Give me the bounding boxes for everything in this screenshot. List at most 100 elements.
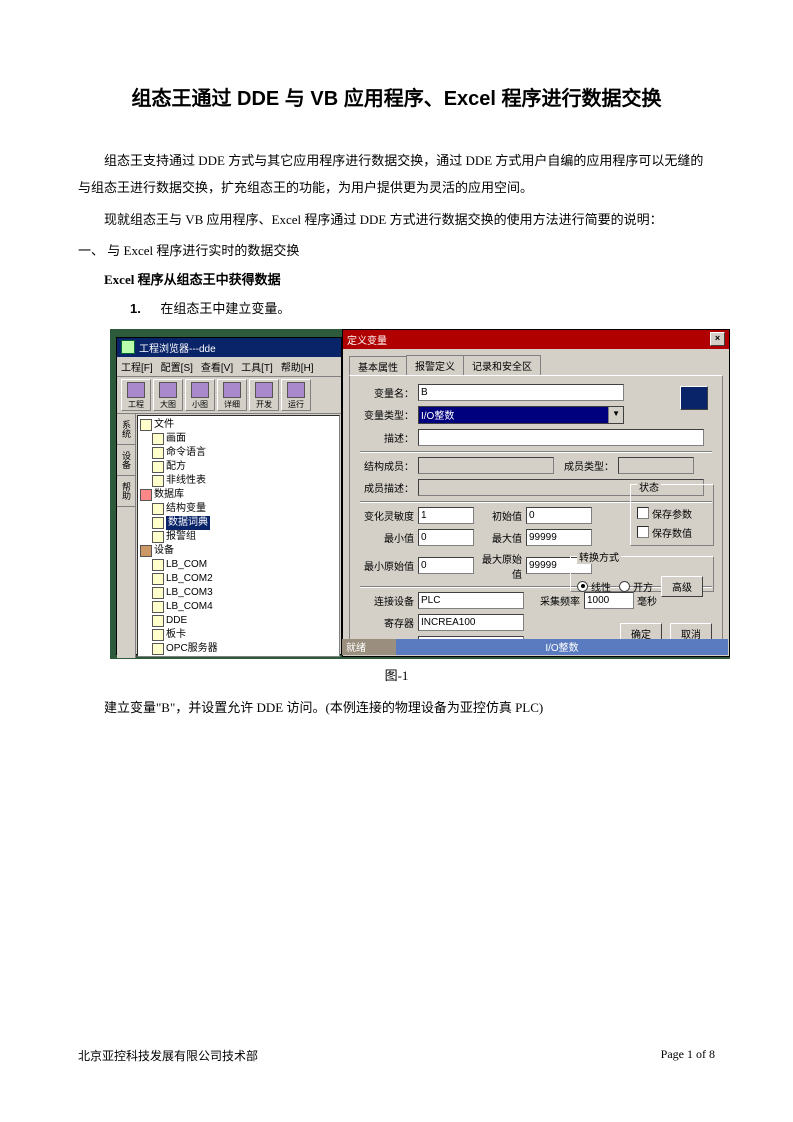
- project-browser-titlebar: 工程浏览器---dde: [117, 338, 341, 357]
- tab-record[interactable]: 记录和安全区: [463, 355, 541, 375]
- group-state-title: 状态: [637, 483, 661, 494]
- label-init: 初始值: [474, 508, 522, 523]
- page-title: 组态王通过 DDE 与 VB 应用程序、Excel 程序进行数据交换: [78, 82, 715, 111]
- figure-1: 工程浏览器---dde 工程[F] 配置[S] 查看[V] 工具[T] 帮助[H…: [110, 329, 715, 659]
- combo-reg[interactable]: INCREA100: [418, 614, 524, 631]
- tree-node-com1[interactable]: LB_COM: [152, 558, 337, 572]
- menu-tools[interactable]: 工具[T]: [241, 359, 273, 374]
- subheading-1: Excel 程序从组态王中获得数据: [104, 266, 715, 293]
- tb-dev-button[interactable]: 开发: [249, 379, 279, 411]
- dialog-tabs: 基本属性 报警定义 记录和安全区: [349, 355, 723, 375]
- tree-node-recipe[interactable]: 配方: [152, 460, 337, 474]
- dialog-panel: 变量名： B 变量类型： I/O整数 描述： 结构成员： 成员类型： 成员描述： 变…: [349, 375, 723, 653]
- footer-left: 北京亚控科技发展有限公司技术部: [78, 1047, 258, 1064]
- tree-node-com4[interactable]: LB_COM4: [152, 600, 337, 614]
- input-max[interactable]: 99999: [526, 529, 592, 546]
- label-memtype: 成员类型：: [554, 458, 614, 473]
- vertical-tabs: 系统 设备 帮助: [117, 414, 136, 658]
- label-reg: 寄存器: [360, 615, 414, 630]
- combo-conndev[interactable]: PLC: [418, 592, 524, 609]
- label-vartype: 变量类型：: [360, 407, 414, 422]
- label-struct: 结构成员：: [360, 458, 414, 473]
- tree-node-screen[interactable]: 画面: [152, 432, 337, 446]
- list-item-1-num: 1.: [130, 301, 141, 316]
- menu-bar[interactable]: 工程[F] 配置[S] 查看[V] 工具[T] 帮助[H]: [117, 357, 341, 377]
- list-item-1-text: 在组态王中建立变量。: [160, 301, 290, 316]
- label-rawmin: 最小原始值: [360, 558, 414, 573]
- tree-node-dde[interactable]: DDE: [152, 614, 337, 628]
- tree-node-cmdlang[interactable]: 命令语言: [152, 446, 337, 460]
- menu-help[interactable]: 帮助[H]: [281, 359, 314, 374]
- label-rawmax: 最大原始值: [474, 551, 522, 581]
- radio-ro[interactable]: 只读: [460, 658, 494, 659]
- status-ready: 就绪: [342, 639, 396, 655]
- tree-node-structvar[interactable]: 结构变量: [152, 502, 337, 516]
- paragraph-after-figure: 建立变量"B"，并设置允许 DDE 访问。(本例连接的物理设备为亚控仿真 PLC…: [104, 694, 715, 721]
- tree-node-board[interactable]: 板卡: [152, 628, 337, 642]
- tree-node-com2[interactable]: LB_COM2: [152, 572, 337, 586]
- paragraph-1: 组态王支持通过 DDE 方式与其它应用程序进行数据交换，通过 DDE 方式用户自…: [78, 147, 715, 202]
- tb-run-button[interactable]: 运行: [281, 379, 311, 411]
- group-state: 状态 保存参数 保存数值: [630, 484, 714, 546]
- radio-rw[interactable]: 读写: [418, 658, 452, 659]
- paragraph-2: 现就组态王与 VB 应用程序、Excel 程序通过 DDE 方式进行数据交换的使…: [78, 206, 715, 233]
- check-save-param[interactable]: 保存参数: [637, 506, 707, 521]
- input-sens[interactable]: 1: [418, 507, 474, 524]
- tree-node-datadict[interactable]: 数据词典: [152, 516, 337, 530]
- toolbar: 工程 大图 小图 详细 开发 运行: [117, 377, 341, 414]
- project-browser-window: 工程浏览器---dde 工程[F] 配置[S] 查看[V] 工具[T] 帮助[H…: [116, 337, 342, 655]
- group-conv-title: 转换方式: [577, 553, 621, 564]
- menu-config[interactable]: 配置[S]: [161, 359, 193, 374]
- tb-smallicon-button[interactable]: 小图: [185, 379, 215, 411]
- tb-project-button[interactable]: 工程: [121, 379, 151, 411]
- check-save-value[interactable]: 保存数值: [637, 525, 707, 540]
- menu-project[interactable]: 工程[F]: [121, 359, 153, 374]
- tree-node-device[interactable]: 设备: [140, 544, 337, 558]
- close-icon[interactable]: ×: [710, 332, 725, 346]
- advanced-button[interactable]: 高级: [661, 576, 703, 597]
- project-browser-title: 工程浏览器---dde: [139, 340, 216, 355]
- radio-sqrt[interactable]: 开方: [619, 579, 653, 594]
- label-conndev: 连接设备: [360, 593, 414, 608]
- vtab-help[interactable]: 帮助: [117, 476, 135, 507]
- label-min: 最小值: [360, 530, 414, 545]
- tb-detail-button[interactable]: 详细: [217, 379, 247, 411]
- radio-wo[interactable]: 只写: [502, 658, 536, 659]
- input-min[interactable]: 0: [418, 529, 474, 546]
- menu-view[interactable]: 查看[V]: [201, 359, 233, 374]
- label-sens: 变化灵敏度: [360, 508, 414, 523]
- tree-node-com3[interactable]: LB_COM3: [152, 586, 337, 600]
- section-1-heading: 一、 与 Excel 程序进行实时的数据交换: [78, 237, 715, 264]
- vtab-device[interactable]: 设备: [117, 445, 135, 476]
- input-rawmin[interactable]: 0: [418, 557, 474, 574]
- input-init[interactable]: 0: [526, 507, 592, 524]
- tree-node-file[interactable]: 文件: [140, 418, 337, 432]
- label-memdesc: 成员描述：: [360, 480, 414, 495]
- check-allow-dde[interactable]: 允许DDE访问: [550, 658, 626, 659]
- combo-struct[interactable]: [418, 457, 554, 474]
- status-bar: 就绪 I/O整数: [342, 639, 728, 655]
- combo-memtype[interactable]: [618, 457, 694, 474]
- tree-node-opc[interactable]: OPC服务器: [152, 642, 337, 656]
- vtab-system[interactable]: 系统: [117, 414, 135, 445]
- label-desc: 描述：: [360, 430, 414, 445]
- tree-node-netsite[interactable]: 网络站点: [152, 656, 337, 657]
- label-varname: 变量名：: [360, 385, 414, 400]
- group-conversion: 转换方式 线性 开方 高级: [570, 556, 714, 592]
- define-variable-dialog: 定义变量 × 基本属性 报警定义 记录和安全区 变量名： B 变量类型： I/O整数…: [342, 329, 730, 657]
- radio-linear[interactable]: 线性: [577, 579, 611, 594]
- input-varname[interactable]: B: [418, 384, 624, 401]
- tree-node-alarmgrp[interactable]: 报警组: [152, 530, 337, 544]
- footer-right: Page 1 of 8: [661, 1047, 715, 1064]
- tree-node-nonlinear[interactable]: 非线性表: [152, 474, 337, 488]
- tb-bigicon-button[interactable]: 大图: [153, 379, 183, 411]
- combo-vartype[interactable]: I/O整数: [418, 406, 624, 424]
- input-desc[interactable]: [418, 429, 704, 446]
- tab-basic[interactable]: 基本属性: [349, 356, 407, 376]
- tree-node-database[interactable]: 数据库: [140, 488, 337, 502]
- label-period: 采集频率: [524, 593, 580, 608]
- tab-alarm[interactable]: 报警定义: [406, 355, 464, 375]
- dialog-titlebar: 定义变量 ×: [343, 330, 729, 349]
- list-item-1: 1. 在组态王中建立变量。: [130, 295, 715, 322]
- project-tree[interactable]: 文件 画面 命令语言 配方 非线性表 数据库 结构变量 数据词典 报警组 设备 …: [137, 415, 340, 657]
